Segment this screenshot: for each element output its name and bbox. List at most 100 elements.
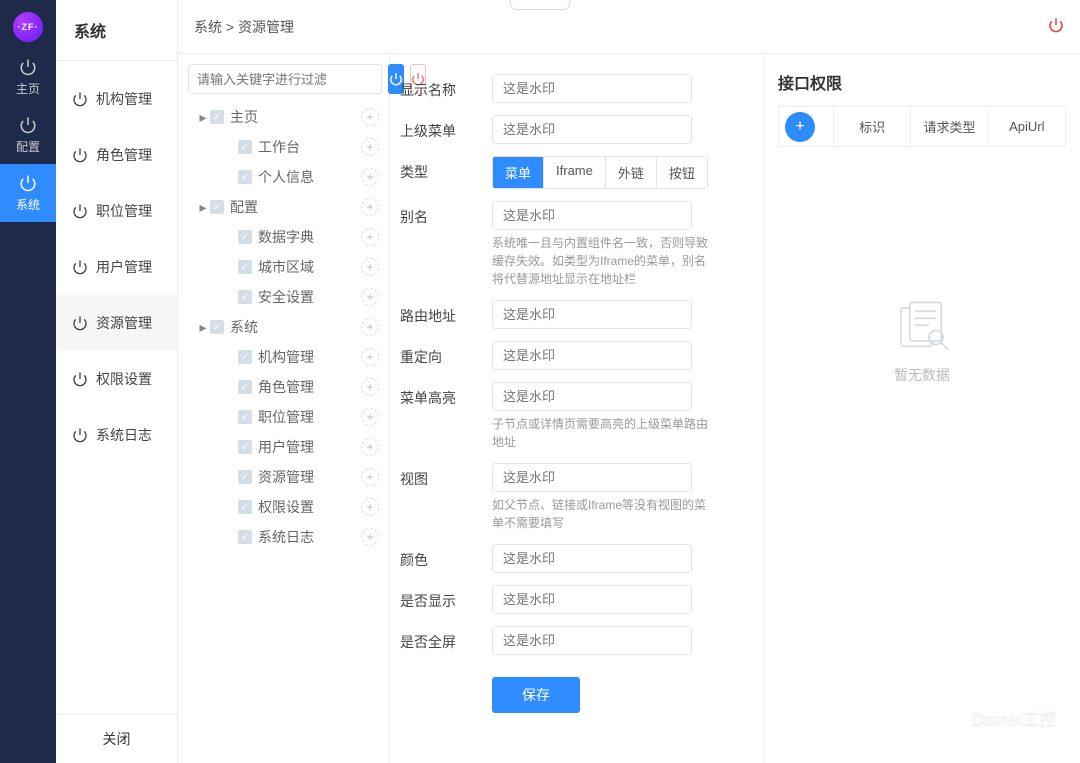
tree-add-button[interactable]: + — [361, 258, 379, 276]
sidebar-item-label: 资源管理 — [96, 313, 152, 333]
checkbox-icon[interactable] — [238, 530, 252, 544]
power-icon — [72, 91, 88, 107]
checkbox-icon[interactable] — [210, 320, 224, 334]
sidebar-item-2[interactable]: 职位管理 — [56, 183, 177, 239]
sidebar-item-3[interactable]: 用户管理 — [56, 239, 177, 295]
input-view[interactable] — [492, 463, 692, 492]
tree-add-button[interactable]: + — [361, 528, 379, 546]
input-parent-menu[interactable] — [492, 115, 692, 144]
checkbox-icon[interactable] — [238, 410, 252, 424]
empty-icon — [887, 297, 957, 357]
logout-button[interactable] — [1048, 17, 1064, 36]
tree-node[interactable]: 安全设置+ — [188, 282, 379, 312]
tree-add-button[interactable]: + — [361, 438, 379, 456]
tree-node[interactable]: 城市区域 + — [188, 252, 379, 282]
tree-node-label: 系统日志 — [258, 527, 314, 547]
tree-add-button[interactable]: + — [361, 198, 379, 216]
sidebar-close-button[interactable]: 关闭 — [56, 714, 177, 763]
api-empty-state: 暂无数据 — [778, 297, 1066, 385]
checkbox-icon[interactable] — [238, 440, 252, 454]
tree-add-button[interactable]: + — [361, 468, 379, 486]
checkbox-icon[interactable] — [210, 110, 224, 124]
tree-node[interactable]: 用户管理+ — [188, 432, 379, 462]
caret-icon[interactable]: ▸ — [196, 319, 210, 336]
sidebar-item-5[interactable]: 权限设置 — [56, 351, 177, 407]
brand-avatar[interactable]: ·ZF· — [13, 12, 43, 42]
tree-node[interactable]: ▸系统+ — [188, 312, 379, 342]
tree-add-button[interactable]: + — [361, 378, 379, 396]
tree-node[interactable]: 资源管理 + — [188, 462, 379, 492]
tree-node[interactable]: 角色管理+ — [188, 372, 379, 402]
rail-item-config[interactable]: 配置 — [0, 106, 56, 164]
tree-node-label: 资源管理 — [258, 467, 314, 487]
api-col-url: ApiUrl — [988, 109, 1065, 144]
api-table-header: + 标识 请求类型 ApiUrl — [778, 106, 1066, 147]
tree-node-label: 城市区域 — [258, 257, 314, 277]
type-option[interactable]: 外链 — [606, 157, 657, 188]
tree-node[interactable]: 机构管理+ — [188, 342, 379, 372]
checkbox-icon[interactable] — [238, 350, 252, 364]
checkbox-icon[interactable] — [238, 470, 252, 484]
hint-alias: 系统唯一且与内置组件名一致，否则导致缓存失效。如类型为Iframe的菜单，别名将… — [492, 234, 712, 288]
caret-icon[interactable]: ▸ — [196, 109, 210, 126]
input-route[interactable] — [492, 300, 692, 329]
input-alias[interactable] — [492, 201, 692, 230]
sidebar-item-4[interactable]: 资源管理 — [56, 295, 177, 351]
tree-add-button[interactable]: + — [361, 228, 379, 246]
sidebar-item-1[interactable]: 角色管理 — [56, 127, 177, 183]
checkbox-icon[interactable] — [238, 290, 252, 304]
tree-add-button[interactable]: + — [361, 288, 379, 306]
label-type: 类型 — [400, 156, 492, 189]
input-show[interactable] — [492, 585, 692, 614]
type-option[interactable]: 按钮 — [657, 157, 707, 188]
label-show: 是否显示 — [400, 585, 492, 614]
tree-add-button[interactable]: + — [361, 138, 379, 156]
sidebar-item-label: 角色管理 — [96, 145, 152, 165]
rail-label: 主页 — [16, 80, 40, 97]
tree-node[interactable]: ▸配置+ — [188, 192, 379, 222]
type-option[interactable]: Iframe — [544, 157, 606, 188]
rail-item-system[interactable]: 系统 — [0, 164, 56, 222]
sidebar-item-6[interactable]: 系统日志 — [56, 407, 177, 463]
input-display-name[interactable] — [492, 74, 692, 103]
tree-add-button[interactable]: + — [361, 408, 379, 426]
api-add-button[interactable]: + — [785, 112, 815, 142]
checkbox-icon[interactable] — [238, 260, 252, 274]
tree-add-button[interactable]: + — [361, 348, 379, 366]
tree-panel: ▸主页+工作台+个人信息+▸配置+数据字典+城市区域+安全设置+▸系统+机构管理… — [178, 54, 390, 763]
save-button[interactable]: 保存 — [492, 677, 580, 713]
tree-node[interactable]: 数据字典+ — [188, 222, 379, 252]
tree-node[interactable]: 系统日志 + — [188, 522, 379, 552]
tree-node[interactable]: 工作台+ — [188, 132, 379, 162]
tree-node[interactable]: 个人信息 + — [188, 162, 379, 192]
tree-node[interactable]: ▸主页+ — [188, 102, 379, 132]
tree-add-button[interactable]: + — [361, 168, 379, 186]
rail-item-home[interactable]: 主页 — [0, 48, 56, 106]
tree-filter-input[interactable] — [188, 64, 382, 94]
type-option[interactable]: 菜单 — [493, 157, 544, 188]
checkbox-icon[interactable] — [210, 200, 224, 214]
tree-node[interactable]: 职位管理+ — [188, 402, 379, 432]
input-color[interactable] — [492, 544, 692, 573]
input-fullscreen[interactable] — [492, 626, 692, 655]
tree-add-button[interactable]: + — [361, 108, 379, 126]
checkbox-icon[interactable] — [238, 230, 252, 244]
tree-node[interactable]: 权限设置+ — [188, 492, 379, 522]
checkbox-icon[interactable] — [238, 380, 252, 394]
sidebar-item-label: 职位管理 — [96, 201, 152, 221]
input-highlight[interactable] — [492, 382, 692, 411]
checkbox-icon[interactable] — [238, 140, 252, 154]
power-icon — [19, 58, 37, 76]
checkbox-icon[interactable] — [238, 170, 252, 184]
label-highlight: 菜单高亮 — [400, 382, 492, 451]
input-redirect[interactable] — [492, 341, 692, 370]
checkbox-icon[interactable] — [238, 500, 252, 514]
tree-add-button[interactable]: + — [361, 498, 379, 516]
label-route: 路由地址 — [400, 300, 492, 329]
sidebar-item-0[interactable]: 机构管理 — [56, 71, 177, 127]
caret-icon[interactable]: ▸ — [196, 199, 210, 216]
sidebar-title: 系统 — [56, 0, 177, 61]
watermark-text: Dotnet工控 — [972, 704, 1056, 729]
tree-node-label: 个人信息 — [258, 167, 314, 187]
tree-add-button[interactable]: + — [361, 318, 379, 336]
